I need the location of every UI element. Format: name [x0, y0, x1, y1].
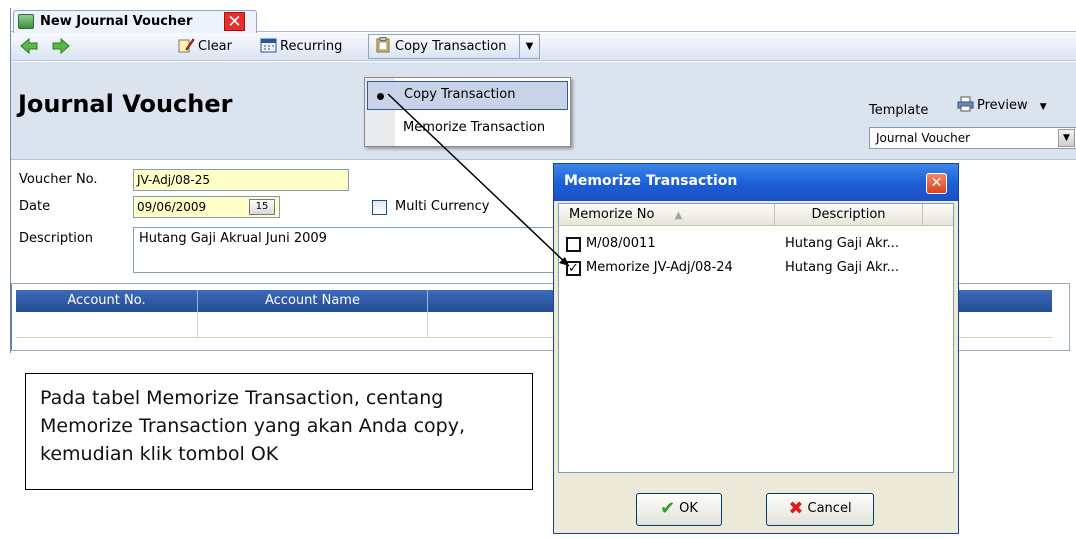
- copy-transaction-menu: Copy Transaction Memorize Transaction: [364, 77, 571, 147]
- multi-currency-checkbox[interactable]: [372, 200, 387, 215]
- template-label: Template: [869, 103, 929, 118]
- clipboard-icon: [375, 37, 392, 53]
- chevron-down-icon[interactable]: ▼: [1040, 102, 1047, 112]
- back-arrow-icon[interactable]: [19, 36, 39, 56]
- recurring-button[interactable]: Recurring: [260, 36, 342, 58]
- printer-icon: [957, 96, 974, 112]
- memorize-description: Hutang Gaji Akr...: [785, 260, 900, 275]
- list-item[interactable]: ✓ Memorize JV-Adj/08-24 Hutang Gaji Akr.…: [563, 258, 951, 280]
- row-checkbox-checked[interactable]: ✓: [566, 261, 581, 276]
- dialog-title-bar[interactable]: Memorize Transaction ✕: [554, 164, 958, 201]
- row-checkbox[interactable]: [566, 237, 581, 252]
- toolbar: Clear Recurring Copy Transaction ▼: [11, 33, 1076, 61]
- document-icon: [18, 14, 34, 29]
- menu-item-memorize-transaction[interactable]: Memorize Transaction: [367, 114, 568, 142]
- dialog-title: Memorize Transaction: [564, 173, 738, 189]
- checkmark-icon: ✔: [660, 498, 676, 519]
- eraser-icon: [178, 37, 195, 53]
- template-value: Journal Voucher: [876, 131, 971, 145]
- list-header: Memorize No ▲ Description: [559, 204, 953, 226]
- cancel-button[interactable]: ✖ Cancel: [766, 493, 874, 526]
- memorize-no: Memorize JV-Adj/08-24: [586, 260, 733, 275]
- tab-title: New Journal Voucher: [40, 14, 193, 29]
- cancel-label: Cancel: [807, 501, 852, 516]
- menu-item-label: Copy Transaction: [404, 87, 516, 102]
- clear-button[interactable]: Clear: [178, 36, 232, 58]
- column-account-no[interactable]: Account No.: [16, 290, 198, 312]
- memorize-no: M/08/0011: [586, 236, 656, 251]
- bullet-icon: [377, 93, 384, 100]
- preview-button[interactable]: Preview ▼: [957, 96, 1047, 116]
- date-field[interactable]: 09/06/2009 15: [133, 196, 280, 218]
- dialog-footer: ✔ OK ✖ Cancel: [554, 475, 958, 533]
- menu-item-label: Memorize Transaction: [403, 120, 546, 135]
- date-label: Date: [19, 199, 51, 214]
- description-label: Description: [19, 231, 94, 246]
- voucher-no-label: Voucher No.: [19, 172, 98, 187]
- cell-account-no[interactable]: [16, 312, 198, 338]
- tab-new-journal-voucher[interactable]: New Journal Voucher ✕: [13, 10, 257, 33]
- forward-arrow-icon[interactable]: [51, 36, 71, 56]
- chevron-down-icon[interactable]: ▼: [519, 35, 539, 58]
- clear-label: Clear: [198, 39, 232, 54]
- column-label: Memorize No: [569, 207, 655, 222]
- list-item[interactable]: M/08/0011 Hutang Gaji Akr...: [563, 234, 951, 256]
- description-field[interactable]: Hutang Gaji Akrual Juni 2009: [133, 227, 583, 273]
- copy-transaction-split-button[interactable]: Copy Transaction ▼: [368, 34, 540, 59]
- column-credit[interactable]: [948, 290, 1052, 312]
- ok-button[interactable]: ✔ OK: [636, 493, 722, 526]
- copy-transaction-label: Copy Transaction: [395, 39, 507, 54]
- ok-label: OK: [679, 501, 698, 516]
- close-tab-icon[interactable]: ✕: [224, 12, 245, 31]
- page-title: Journal Voucher: [18, 90, 233, 118]
- memorize-transaction-dialog: Memorize Transaction ✕ Memorize No ▲ Des…: [553, 163, 959, 534]
- recurring-label: Recurring: [280, 39, 343, 54]
- memorize-list: Memorize No ▲ Description M/08/0011 Huta…: [558, 203, 954, 473]
- cross-icon: ✖: [788, 498, 804, 519]
- date-value: 09/06/2009: [137, 200, 207, 214]
- template-select[interactable]: Journal Voucher ▼: [869, 127, 1076, 149]
- column-account-name[interactable]: Account Name: [198, 290, 428, 312]
- cell-account-name[interactable]: [198, 312, 428, 338]
- menu-item-copy-transaction[interactable]: Copy Transaction: [367, 81, 568, 110]
- chevron-down-icon[interactable]: ▼: [1058, 129, 1075, 147]
- sort-ascending-icon: ▲: [674, 210, 683, 221]
- calendar-button[interactable]: 15: [249, 199, 275, 215]
- copy-transaction-button[interactable]: Copy Transaction: [375, 36, 506, 58]
- column-memorize-no[interactable]: Memorize No ▲: [559, 204, 775, 225]
- instruction-callout: Pada tabel Memorize Transaction, centang…: [25, 373, 533, 490]
- multi-currency-label: Multi Currency: [395, 199, 490, 214]
- column-description[interactable]: Description: [775, 204, 923, 225]
- voucher-no-field[interactable]: JV-Adj/08-25: [133, 169, 349, 191]
- close-icon[interactable]: ✕: [926, 173, 947, 194]
- tab-bar: New Journal Voucher ✕: [11, 8, 1076, 33]
- memorize-description: Hutang Gaji Akr...: [785, 236, 900, 251]
- calendar-icon: [260, 37, 277, 53]
- preview-label: Preview: [977, 98, 1028, 113]
